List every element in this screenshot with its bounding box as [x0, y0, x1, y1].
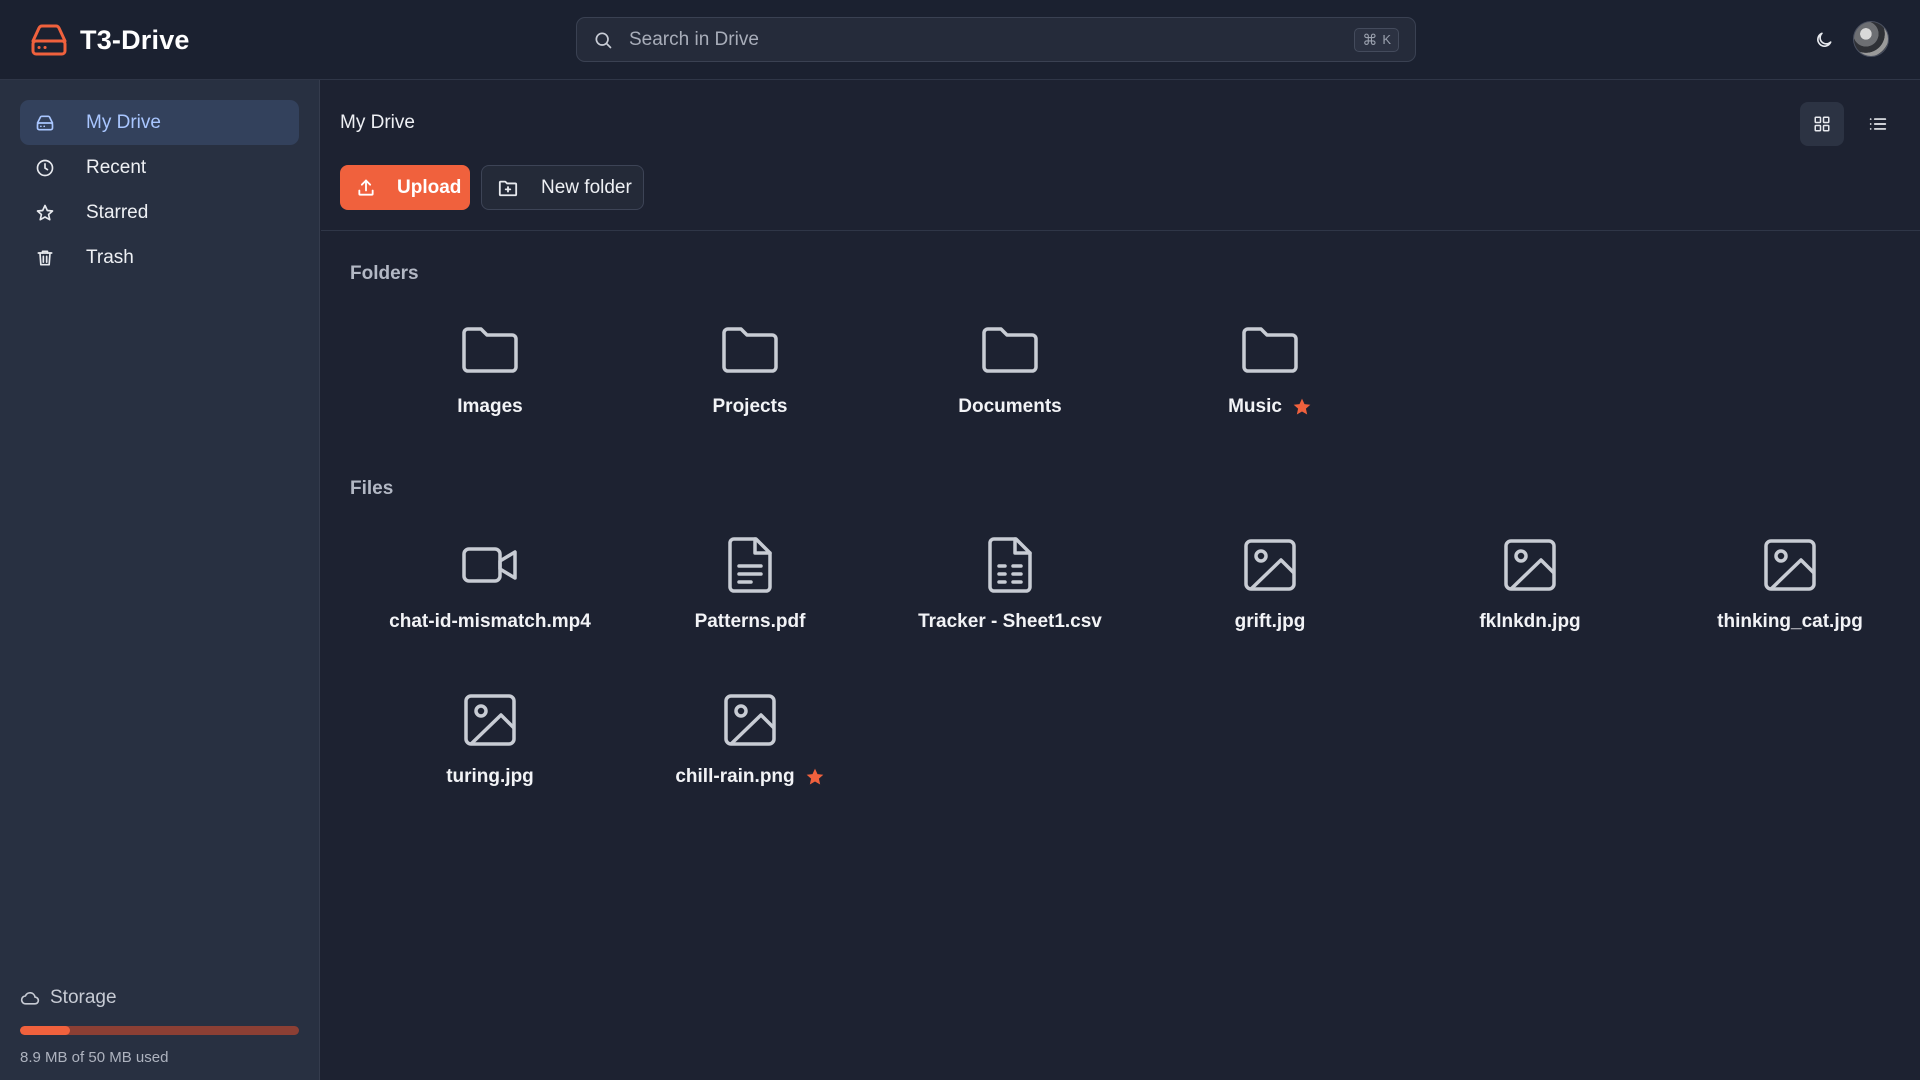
- sidebar-item-label: My Drive: [86, 111, 161, 133]
- file-name: turing.jpg: [446, 766, 534, 787]
- file-item[interactable]: grift.jpg: [1150, 535, 1390, 655]
- new-folder-label: New folder: [541, 176, 632, 198]
- file-item[interactable]: chill-rain.png: [630, 690, 870, 810]
- folder-item-projects[interactable]: Projects: [630, 320, 870, 440]
- upload-icon: [356, 178, 376, 198]
- list-view-icon: [1868, 115, 1888, 133]
- folder-name: Projects: [712, 396, 788, 417]
- storage-title: Storage: [50, 987, 117, 1008]
- folder-item-documents[interactable]: Documents: [890, 320, 1130, 440]
- folder-plus-icon: [497, 178, 519, 198]
- cloud-icon: [20, 989, 40, 1007]
- file-name: fklnkdn.jpg: [1479, 611, 1581, 632]
- image-icon: [720, 690, 780, 750]
- brand[interactable]: T3-Drive: [30, 20, 190, 60]
- list-view-button[interactable]: [1856, 102, 1900, 146]
- image-icon: [460, 690, 520, 750]
- image-icon: [1500, 535, 1560, 595]
- sidebar-nav: My Drive Recent Starred Trash: [20, 100, 299, 280]
- image-icon: [1760, 535, 1820, 595]
- hard-drive-icon: [34, 112, 56, 134]
- moon-icon: [1814, 30, 1834, 50]
- app-title: T3-Drive: [80, 24, 190, 55]
- hard-drive-icon: [30, 24, 68, 56]
- theme-toggle-button[interactable]: [1811, 27, 1837, 53]
- keyboard-shortcut-badge: ⌘ K: [1354, 27, 1399, 52]
- starred-icon: [1292, 397, 1312, 417]
- star-icon: [34, 202, 56, 224]
- sidebar-item-my-drive[interactable]: My Drive: [20, 100, 299, 145]
- file-item[interactable]: thinking_cat.jpg: [1670, 535, 1910, 655]
- toolbar: My Drive Upload New folder: [321, 80, 1920, 231]
- grid-view-icon: [1813, 115, 1831, 133]
- spreadsheet-icon: [980, 535, 1040, 595]
- sidebar-item-label: Starred: [86, 201, 149, 223]
- folder-name: Music: [1228, 396, 1282, 417]
- starred-icon: [805, 767, 825, 787]
- file-name: thinking_cat.jpg: [1717, 611, 1863, 632]
- search-bar[interactable]: ⌘ K: [576, 17, 1416, 62]
- folder-icon: [1240, 320, 1300, 380]
- file-item[interactable]: Tracker - Sheet1.csv: [890, 535, 1130, 655]
- upload-label: Upload: [397, 176, 462, 198]
- file-name: grift.jpg: [1234, 611, 1306, 632]
- file-item[interactable]: chat-id-mismatch.mp4: [370, 535, 610, 655]
- folder-name: Images: [457, 396, 523, 417]
- file-name: chat-id-mismatch.mp4: [389, 611, 591, 632]
- folder-item-images[interactable]: Images: [370, 320, 610, 440]
- upload-button[interactable]: Upload: [340, 165, 470, 210]
- storage-progress-fill: [20, 1026, 70, 1035]
- file-item[interactable]: fklnkdn.jpg: [1410, 535, 1650, 655]
- sidebar-item-recent[interactable]: Recent: [20, 145, 299, 190]
- command-key: ⌘: [1362, 31, 1378, 49]
- document-icon: [720, 535, 780, 595]
- file-name: Tracker - Sheet1.csv: [918, 611, 1102, 632]
- search-input[interactable]: [629, 18, 1355, 61]
- storage-progress-bar: [20, 1026, 299, 1035]
- main-content: My Drive Upload New folder Folders Image…: [321, 80, 1920, 1080]
- shortcut-key: K: [1382, 32, 1391, 47]
- clock-icon: [34, 157, 56, 179]
- top-bar: T3-Drive ⌘ K: [0, 0, 1920, 80]
- folders-section-title: Folders: [350, 263, 419, 284]
- file-name: chill-rain.png: [675, 766, 795, 787]
- file-item[interactable]: turing.jpg: [370, 690, 610, 810]
- storage-widget: Storage 8.9 MB of 50 MB used: [20, 986, 299, 1066]
- search-icon: [593, 30, 613, 50]
- grid-view-button[interactable]: [1800, 102, 1844, 146]
- sidebar-item-trash[interactable]: Trash: [20, 235, 299, 280]
- folder-icon: [720, 320, 780, 380]
- trash-icon: [34, 247, 56, 269]
- image-icon: [1240, 535, 1300, 595]
- user-avatar[interactable]: [1853, 21, 1889, 57]
- new-folder-button[interactable]: New folder: [481, 165, 644, 210]
- folder-icon: [460, 320, 520, 380]
- file-name: Patterns.pdf: [694, 611, 806, 632]
- files-section-title: Files: [350, 478, 394, 499]
- folder-icon: [980, 320, 1040, 380]
- storage-used-text: 8.9 MB of 50 MB used: [20, 1049, 169, 1066]
- video-icon: [460, 535, 520, 595]
- breadcrumb[interactable]: My Drive: [340, 112, 415, 134]
- folder-item-music[interactable]: Music: [1150, 320, 1390, 440]
- sidebar-item-label: Trash: [86, 246, 134, 268]
- file-item[interactable]: Patterns.pdf: [630, 535, 870, 655]
- sidebar-item-label: Recent: [86, 156, 147, 178]
- folder-name: Documents: [958, 396, 1062, 417]
- sidebar: My Drive Recent Starred Trash Storage 8.…: [0, 80, 320, 1080]
- sidebar-item-starred[interactable]: Starred: [20, 190, 299, 235]
